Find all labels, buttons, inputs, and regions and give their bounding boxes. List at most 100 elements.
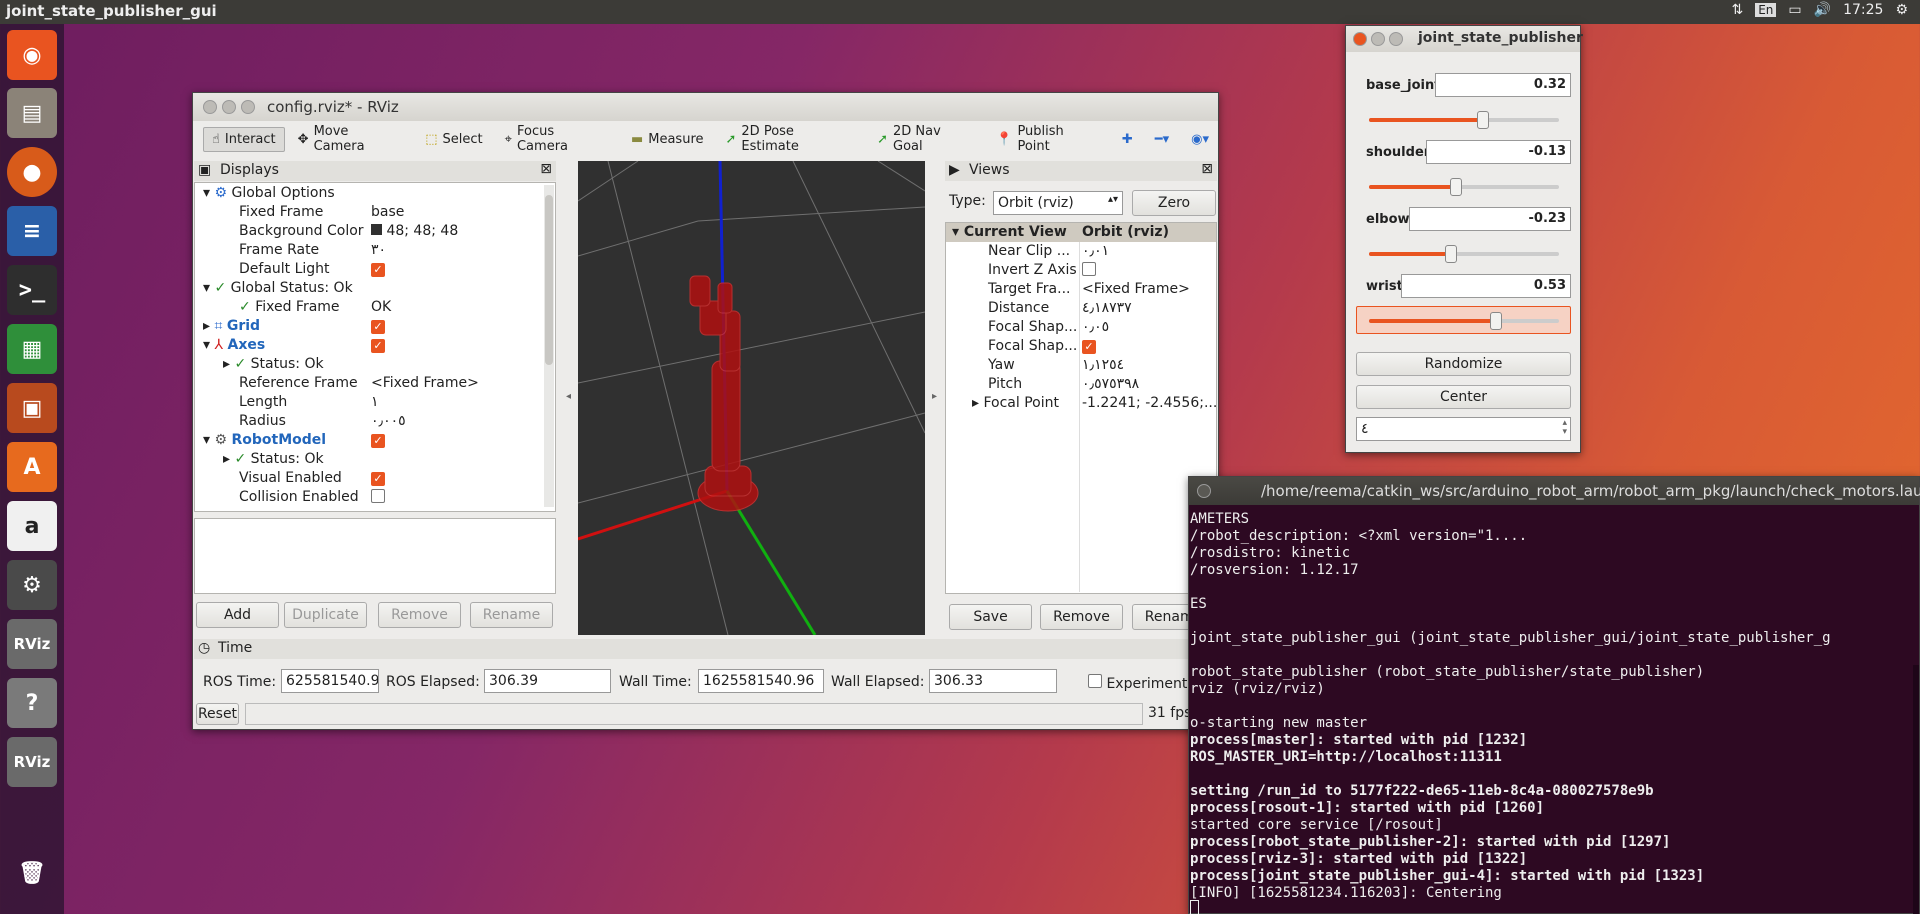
files-icon[interactable]: ▤: [7, 88, 57, 138]
zero-button[interactable]: Zero: [1132, 190, 1216, 216]
clock[interactable]: 17:25: [1843, 2, 1883, 18]
remove-display-button[interactable]: Remove: [378, 602, 461, 628]
reset-button[interactable]: Reset: [196, 703, 239, 725]
robotmodel-enabled-checkbox[interactable]: ✓: [371, 432, 385, 451]
volume-icon[interactable]: 🔊: [1814, 2, 1831, 18]
spin-arrows-icon[interactable]: ▴ ▾: [1562, 419, 1567, 437]
tree-row-fixed-frame-status[interactable]: ✓ Fixed Frame: [239, 299, 340, 318]
tree-row-axes[interactable]: ▾ ⅄ Axes: [203, 337, 265, 356]
rviz-icon[interactable]: RViz: [7, 737, 57, 787]
joint-value-field[interactable]: -0.13: [1426, 140, 1571, 164]
joint-slider[interactable]: [1369, 312, 1559, 330]
fixed-frame-value[interactable]: base: [371, 204, 404, 223]
joint-slider[interactable]: [1369, 245, 1559, 263]
background-color-value[interactable]: 48; 48; 48: [371, 223, 458, 242]
joint-value-field[interactable]: -0.23: [1409, 207, 1571, 231]
visual-enabled-checkbox[interactable]: ✓: [371, 470, 385, 489]
focal-shape-size-value[interactable]: ٠٫٠٥: [1082, 319, 1109, 338]
nav-goal-tool[interactable]: ➚ 2D Nav Goal: [868, 119, 983, 159]
writer-icon[interactable]: ≡: [7, 206, 57, 256]
reference-frame-value[interactable]: <Fixed Frame>: [371, 375, 479, 394]
measure-tool[interactable]: ▬ Measure: [622, 127, 713, 152]
select-tool[interactable]: ⬚ Select: [416, 127, 491, 152]
pose-estimate-tool[interactable]: ➚ 2D Pose Estimate: [717, 119, 865, 159]
center-button[interactable]: Center: [1356, 385, 1571, 409]
randomize-button[interactable]: Randomize: [1356, 352, 1571, 376]
close-icon[interactable]: [1197, 484, 1211, 498]
calc-icon[interactable]: ▦: [7, 324, 57, 374]
battery-icon[interactable]: ▭: [1788, 2, 1801, 18]
focal-point-row[interactable]: ▸ Focal Point: [972, 395, 1059, 414]
collision-enabled-checkbox[interactable]: [371, 489, 385, 508]
terminal-icon[interactable]: >_: [7, 265, 57, 315]
radius-value[interactable]: ٠٫٠٠٥: [371, 413, 406, 432]
impress-icon[interactable]: ▣: [7, 383, 57, 433]
tree-row-axes-status[interactable]: ▸ ✓ Status: Ok: [223, 356, 324, 375]
experimental-checkbox[interactable]: Experimental: [1088, 674, 1200, 692]
amazon-icon[interactable]: a: [7, 501, 57, 551]
view-type-select[interactable]: Orbit (rviz) ▴▾: [993, 191, 1123, 215]
target-frame-value[interactable]: <Fixed Frame>: [1082, 281, 1190, 300]
software-icon[interactable]: A: [7, 442, 57, 492]
render-panel-3d[interactable]: [578, 161, 925, 635]
close-icon[interactable]: ⊠: [540, 161, 552, 177]
close-icon[interactable]: [1353, 32, 1367, 46]
save-view-button[interactable]: Save: [949, 604, 1032, 630]
joint-slider[interactable]: [1369, 111, 1559, 129]
ros-time-field[interactable]: 625581540.92: [281, 669, 379, 693]
settings-icon[interactable]: ⚙: [7, 560, 57, 610]
ros-elapsed-field[interactable]: 306.39: [484, 669, 611, 693]
pitch-value[interactable]: ٠٫٥٧٥٣٩٨: [1082, 376, 1139, 395]
wall-elapsed-field[interactable]: 306.33: [929, 669, 1057, 693]
maximize-icon[interactable]: [241, 100, 255, 114]
distance-value[interactable]: ٤٫١٨٧٣٧: [1082, 300, 1132, 319]
collapse-left-icon[interactable]: ◂: [566, 391, 571, 402]
joint-value-field[interactable]: 0.32: [1435, 73, 1571, 97]
grid-enabled-checkbox[interactable]: ✓: [371, 318, 385, 337]
trash-icon[interactable]: 🗑: [7, 848, 57, 898]
default-light-checkbox[interactable]: ✓: [371, 261, 385, 280]
duplicate-display-button[interactable]: Duplicate: [284, 602, 367, 628]
keyboard-layout-indicator[interactable]: En: [1755, 3, 1777, 17]
current-view-row[interactable]: ▾ Current View: [952, 224, 1067, 243]
length-value[interactable]: ١: [371, 394, 379, 413]
add-tool-button[interactable]: ✚: [1113, 127, 1142, 152]
slider-count-spinbox[interactable]: ٤ ▴ ▾: [1356, 417, 1571, 441]
close-icon[interactable]: [203, 100, 217, 114]
tree-row-robot-status[interactable]: ▸ ✓ Status: Ok: [223, 451, 324, 470]
tree-row-grid[interactable]: ▸ ⌗ Grid: [203, 318, 260, 337]
near-clip-value[interactable]: ٠٫٠١: [1082, 243, 1109, 262]
rename-display-button[interactable]: Rename: [470, 602, 553, 628]
firefox-icon[interactable]: ●: [7, 147, 57, 197]
collapse-right-icon[interactable]: ▸: [932, 391, 937, 402]
displays-scrollbar[interactable]: [544, 185, 554, 507]
axes-enabled-checkbox[interactable]: ✓: [371, 337, 385, 356]
ubuntu-icon[interactable]: ◉: [7, 30, 57, 80]
publish-point-tool[interactable]: 📍 Publish Point: [987, 119, 1109, 159]
interact-tool[interactable]: ☝ Interact: [203, 126, 285, 152]
focal-point-value[interactable]: -1.2241; -2.4556;...: [1082, 395, 1217, 414]
rviz-icon[interactable]: RViz: [7, 619, 57, 669]
terminal-scrollbar[interactable]: [1913, 665, 1919, 914]
help-icon[interactable]: ?: [7, 678, 57, 728]
tree-row-robotmodel[interactable]: ▾ ⚙ RobotModel: [203, 432, 326, 451]
remove-tool-button[interactable]: ━▾: [1146, 127, 1178, 152]
power-icon[interactable]: ⚙: [1895, 2, 1908, 18]
minimize-icon[interactable]: [222, 100, 236, 114]
minimize-icon[interactable]: [1371, 32, 1385, 46]
wall-time-field[interactable]: 1625581540.96: [698, 669, 824, 693]
joint-slider[interactable]: [1369, 178, 1559, 196]
tree-row-global-options[interactable]: ▾ ⚙ Global Options: [203, 185, 335, 204]
close-icon[interactable]: ⊠: [1201, 161, 1213, 177]
add-display-button[interactable]: Add: [196, 602, 279, 628]
yaw-value[interactable]: ١٫١٢٥٤: [1082, 357, 1124, 376]
focal-shape-fixed-checkbox[interactable]: ✓: [1082, 338, 1096, 357]
joint-value-field[interactable]: 0.53: [1401, 274, 1571, 298]
network-icon[interactable]: ⇅: [1731, 2, 1743, 18]
frame-rate-value[interactable]: ٣٠: [371, 242, 386, 261]
focus-camera-tool[interactable]: ⌖ Focus Camera: [496, 119, 618, 159]
maximize-icon[interactable]: [1389, 32, 1403, 46]
view-menu-button[interactable]: ◉▾: [1182, 127, 1218, 152]
move-camera-tool[interactable]: ✥ Move Camera: [289, 119, 413, 159]
remove-view-button[interactable]: Remove: [1040, 604, 1123, 630]
